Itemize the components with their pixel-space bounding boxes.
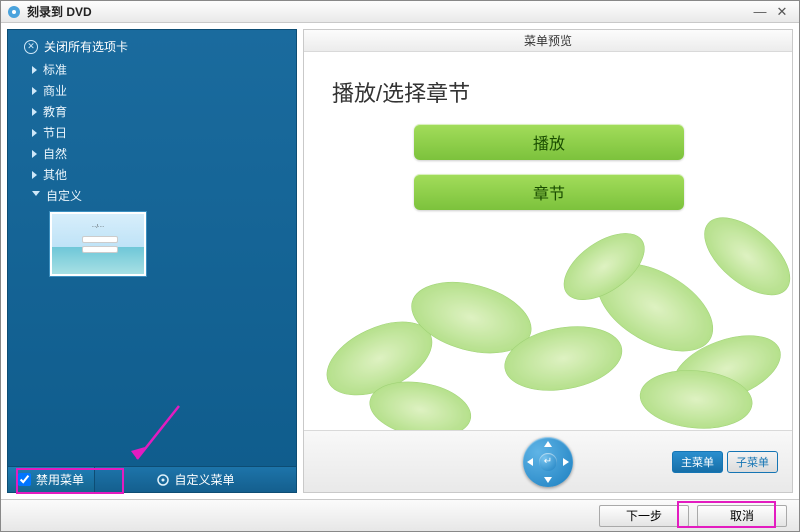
template-thumbnail[interactable]: ···/···· [50,212,146,276]
disable-menu-label: 禁用菜单 [36,471,84,488]
menu-chapter-button[interactable]: 章节 [414,174,684,210]
dpad-enter-button[interactable] [539,453,557,471]
dpad-up-icon[interactable] [544,441,552,447]
app-icon [7,5,21,19]
category-education[interactable]: 教育 [24,101,286,122]
close-all-tabs[interactable]: ✕ 关闭所有选项卡 [24,38,286,55]
menu-play-button[interactable]: 播放 [414,124,684,160]
category-nature[interactable]: 自然 [24,143,286,164]
next-button[interactable]: 下一步 [599,505,689,527]
category-custom[interactable]: 自定义 [24,185,286,206]
content-area: ✕ 关闭所有选项卡 标准 商业 教育 节日 自然 其他 自定义 ···/···· [1,23,799,499]
category-other[interactable]: 其他 [24,164,286,185]
footer: 下一步 取消 [1,499,799,531]
disable-menu-input[interactable] [18,473,31,486]
dpad[interactable] [523,437,573,487]
dpad-down-icon[interactable] [544,477,552,483]
preview-controls: 主菜单 子菜单 [304,430,792,492]
sub-menu-button[interactable]: 子菜单 [727,451,778,473]
category-business[interactable]: 商业 [24,80,286,101]
category-holiday[interactable]: 节日 [24,122,286,143]
preview-header: 菜单预览 [304,30,792,52]
titlebar: 刻录到 DVD — ✕ [1,1,799,23]
minimize-button[interactable]: — [749,4,771,20]
sidebar-footer: 禁用菜单 自定义菜单 [8,466,296,492]
gear-icon [157,474,169,486]
close-all-tabs-label: 关闭所有选项卡 [44,38,128,55]
category-standard[interactable]: 标准 [24,59,286,80]
dpad-left-icon[interactable] [527,458,533,466]
custom-menu-label: 自定义菜单 [175,471,235,488]
main-menu-button[interactable]: 主菜单 [672,451,723,473]
category-list: 标准 商业 教育 节日 自然 其他 自定义 [24,59,286,206]
close-icon: ✕ [24,40,38,54]
custom-menu-button[interactable]: 自定义菜单 [95,467,296,492]
menu-title: 播放/选择章节 [332,76,470,108]
app-window: 刻录到 DVD — ✕ ✕ 关闭所有选项卡 标准 商业 教育 节日 自然 其他 … [0,0,800,532]
dpad-right-icon[interactable] [563,458,569,466]
preview-pane: 菜单预览 [303,29,793,493]
disable-menu-checkbox[interactable]: 禁用菜单 [8,467,95,492]
window-title: 刻录到 DVD [27,3,92,20]
preview-body: 播放/选择章节 播放 章节 [304,52,792,430]
leaf-background [304,52,792,430]
sidebar: ✕ 关闭所有选项卡 标准 商业 教育 节日 自然 其他 自定义 ···/···· [7,29,297,493]
menu-switch: 主菜单 子菜单 [672,451,778,473]
cancel-button[interactable]: 取消 [697,505,787,527]
close-button[interactable]: ✕ [771,4,793,20]
